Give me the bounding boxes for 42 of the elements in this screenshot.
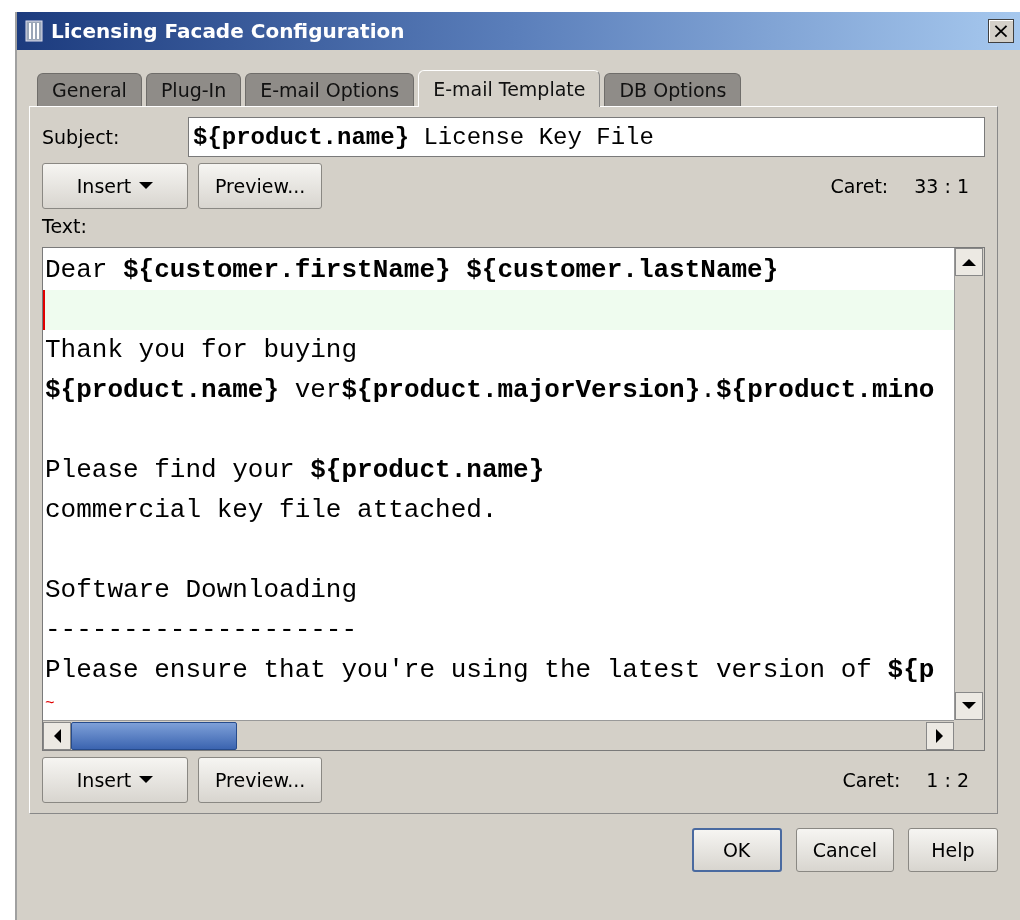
text-label: Text: bbox=[42, 215, 88, 237]
subject-field[interactable]: ${product.name} License Key File bbox=[188, 117, 985, 157]
code-line: Software Downloading bbox=[44, 574, 359, 607]
scroll-right-icon[interactable] bbox=[926, 721, 954, 750]
subject-label: Subject: bbox=[42, 126, 121, 148]
tab[interactable]: General bbox=[37, 73, 142, 106]
close-button[interactable]: × bbox=[988, 19, 1014, 43]
code-line: Please ensure that you're using the latest version of ${p bbox=[44, 654, 936, 687]
scroll-up-icon[interactable] bbox=[955, 248, 983, 276]
preview-button[interactable]: Preview... bbox=[198, 757, 323, 803]
caret-position: 1 : 2 bbox=[926, 769, 969, 791]
code-line: -------------------- bbox=[44, 614, 359, 647]
caret-label: Caret: bbox=[830, 175, 889, 197]
tab[interactable]: Plug-In bbox=[145, 73, 242, 106]
preview-button[interactable]: Preview... bbox=[198, 163, 323, 209]
template-editor[interactable] bbox=[42, 247, 985, 751]
code-line: Dear ${customer.firstName} ${customer.lastName} bbox=[44, 254, 780, 287]
vertical-scrollbar[interactable] bbox=[954, 248, 984, 720]
scroll-down-icon[interactable] bbox=[955, 692, 983, 720]
dialog-button[interactable]: Cancel bbox=[795, 828, 894, 872]
tab[interactable]: E-mail Template bbox=[418, 70, 601, 107]
caret-label: Caret: bbox=[842, 769, 901, 791]
caret-position: 33 : 1 bbox=[914, 175, 969, 197]
dialog-button[interactable]: OK bbox=[691, 828, 782, 872]
scroll-left-icon[interactable] bbox=[43, 721, 71, 750]
code-line: ${product.name} ver${product.majorVersion}.${product.mino bbox=[44, 374, 936, 407]
code-line: commercial key file attached. bbox=[44, 494, 499, 527]
caret-icon bbox=[139, 776, 154, 784]
code-line: Thank you for buying bbox=[44, 334, 359, 367]
scroll-thumb[interactable] bbox=[71, 721, 237, 750]
code-line: Please find your ${product.name} bbox=[44, 454, 546, 487]
scrollbar-corner bbox=[954, 720, 984, 750]
window-title: Licensing Facade Configuration bbox=[51, 19, 406, 43]
caret-icon bbox=[139, 182, 154, 190]
dialog-button[interactable]: Help bbox=[908, 828, 998, 872]
server-icon bbox=[25, 19, 43, 43]
tab[interactable]: DB Options bbox=[604, 73, 742, 106]
end-of-file-marker: ~ bbox=[44, 694, 56, 715]
tab[interactable]: E-mail Options bbox=[245, 73, 415, 106]
insert-button[interactable]: Insert bbox=[42, 757, 188, 803]
insert-button[interactable]: Insert bbox=[42, 163, 188, 209]
horizontal-scrollbar[interactable] bbox=[43, 720, 954, 750]
